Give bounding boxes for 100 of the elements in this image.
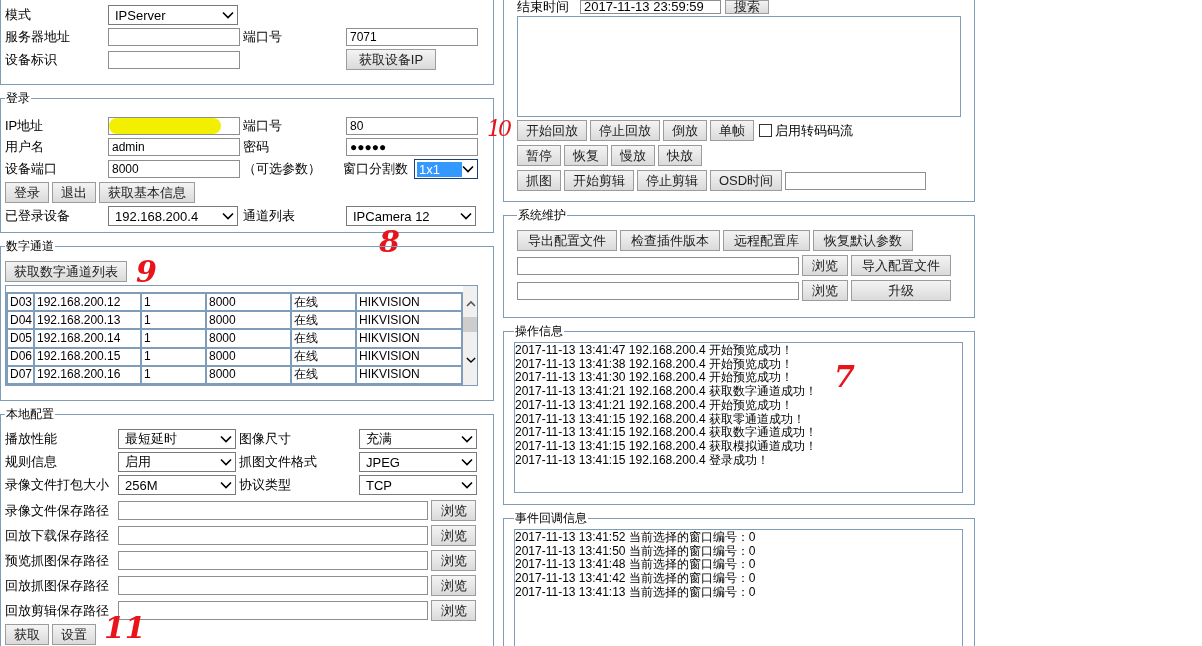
table-cell: D07 <box>7 365 34 384</box>
text-field[interactable] <box>108 117 240 135</box>
action-button[interactable]: 远程配置库 <box>723 230 810 251</box>
table-cell: HIKVISION <box>356 347 462 366</box>
table-cell: 192.168.200.14 <box>34 329 141 348</box>
action-button[interactable]: 检查插件版本 <box>620 230 720 251</box>
text-field[interactable] <box>517 256 799 275</box>
text-field[interactable] <box>517 281 799 300</box>
chevron-down-icon <box>461 481 473 489</box>
action-button[interactable]: 抓图 <box>517 170 561 191</box>
action-button[interactable]: 导出配置文件 <box>517 230 617 251</box>
table-cell: 在线 <box>291 365 356 384</box>
log-entry: 2017-11-13 13:41:30 192.168.200.4 开始预览成功！ <box>515 371 793 385</box>
action-button[interactable]: 开始剪辑 <box>564 170 634 191</box>
field-label: 启用转码码流 <box>775 121 853 140</box>
table-cell: HIKVISION <box>356 365 462 384</box>
action-button[interactable]: 恢复默认参数 <box>813 230 913 251</box>
annotation-mark: 7 <box>834 362 855 392</box>
action-button[interactable]: 单帧 <box>710 120 754 141</box>
chevron-down-icon <box>461 435 473 443</box>
field-label: 协议类型 <box>239 476 292 494</box>
action-button[interactable]: 浏览 <box>431 525 476 546</box>
action-button[interactable]: 升级 <box>851 280 951 301</box>
action-button[interactable]: 浏览 <box>431 600 476 621</box>
text-field[interactable] <box>118 551 428 570</box>
checkbox[interactable] <box>759 124 772 137</box>
action-button[interactable]: 获取设备IP <box>346 49 436 70</box>
text-field[interactable]: admin <box>108 138 240 156</box>
table-cell: 8000 <box>206 311 291 330</box>
field-label: 密码 <box>243 138 270 156</box>
text-field[interactable] <box>108 50 240 69</box>
log-entry: 2017-11-13 13:41:52 当前选择的窗口编号：0 <box>515 531 756 545</box>
text-field[interactable] <box>118 501 428 520</box>
text-area[interactable] <box>517 16 961 117</box>
field-label: 结束时间 <box>517 0 570 16</box>
table-cell: HIKVISION <box>356 311 462 330</box>
action-button[interactable]: 浏览 <box>802 280 848 301</box>
chevron-down-icon <box>222 212 234 220</box>
field-label: 预览抓图保存路径 <box>5 551 110 570</box>
text-field[interactable] <box>785 171 927 190</box>
action-button[interactable]: 停止回放 <box>590 120 660 141</box>
action-button[interactable]: 获取基本信息 <box>99 182 195 203</box>
action-button[interactable]: 搜索 <box>725 0 769 14</box>
log-entry: 2017-11-13 13:41:13 当前选择的窗口编号：0 <box>515 585 756 600</box>
log-entry: 2017-11-13 13:41:15 192.168.200.4 获取零通道成功！ <box>515 412 805 426</box>
dropdown[interactable]: JPEG <box>359 452 477 472</box>
group-title: 操作信息 <box>514 324 564 338</box>
text-field[interactable] <box>118 576 428 595</box>
action-button[interactable]: OSD时间 <box>710 170 783 191</box>
log-entry: 2017-11-13 13:41:42 当前选择的窗口编号：0 <box>515 572 756 586</box>
text-field[interactable] <box>118 526 428 545</box>
text-field[interactable]: 80 <box>346 117 478 135</box>
field-label: 通道列表 <box>243 207 296 225</box>
table-cell: 1 <box>141 311 206 330</box>
table-cell: 8000 <box>206 293 291 312</box>
chevron-up-icon[interactable] <box>465 300 476 307</box>
group-title: 登录 <box>5 91 31 105</box>
action-button[interactable]: 浏览 <box>802 255 848 276</box>
group-title: 数字通道 <box>5 239 55 253</box>
action-button[interactable]: 慢放 <box>611 145 655 166</box>
text-field[interactable]: 7071 <box>346 28 478 46</box>
action-button[interactable]: 倒放 <box>663 120 707 141</box>
dropdown[interactable]: 充满 <box>359 429 477 449</box>
dropdown[interactable]: 192.168.200.4 <box>108 206 238 226</box>
field-label: （可选参数） <box>243 160 322 178</box>
scrollbar-thumb[interactable] <box>463 317 477 332</box>
action-button[interactable]: 暂停 <box>517 145 561 166</box>
action-button[interactable]: 获取数字通道列表 <box>5 261 127 282</box>
action-button[interactable]: 浏览 <box>431 550 476 571</box>
dropdown[interactable]: 最短延时 <box>118 429 236 449</box>
action-button[interactable]: 恢复 <box>564 145 608 166</box>
field-label: IP地址 <box>5 117 45 135</box>
text-field[interactable]: 8000 <box>108 160 240 178</box>
action-button[interactable]: 浏览 <box>431 500 476 521</box>
field-label: 服务器地址 <box>5 28 71 46</box>
dropdown[interactable]: IPCamera 12 <box>346 206 476 226</box>
action-button[interactable]: 设置 <box>52 624 96 645</box>
action-button[interactable]: 停止剪辑 <box>637 170 707 191</box>
dropdown[interactable]: IPServer <box>108 5 238 25</box>
field-label: 规则信息 <box>5 453 58 471</box>
log-entry: 2017-11-13 13:41:21 192.168.200.4 获取数字通道成功！ <box>515 385 817 399</box>
field-label: 回放下载保存路径 <box>5 526 110 545</box>
chevron-down-icon <box>462 165 474 173</box>
table-cell: 在线 <box>291 311 356 330</box>
dropdown[interactable]: TCP <box>359 475 477 495</box>
action-button[interactable]: 开始回放 <box>517 120 587 141</box>
action-button[interactable]: 快放 <box>658 145 702 166</box>
action-button[interactable]: 获取 <box>5 624 49 645</box>
action-button[interactable]: 导入配置文件 <box>851 255 951 276</box>
text-field[interactable]: ●●●●● <box>346 138 478 156</box>
action-button[interactable]: 登录 <box>5 182 49 203</box>
action-button[interactable]: 退出 <box>52 182 96 203</box>
scrollbar[interactable] <box>463 286 477 385</box>
dropdown[interactable]: 256M <box>118 475 236 495</box>
text-field[interactable] <box>108 28 240 46</box>
text-field[interactable]: 2017-11-13 23:59:59 <box>580 0 721 14</box>
dropdown[interactable]: 启用 <box>118 452 236 472</box>
action-button[interactable]: 浏览 <box>431 575 476 596</box>
chevron-down-icon <box>220 458 232 466</box>
table-cell: 在线 <box>291 293 356 312</box>
